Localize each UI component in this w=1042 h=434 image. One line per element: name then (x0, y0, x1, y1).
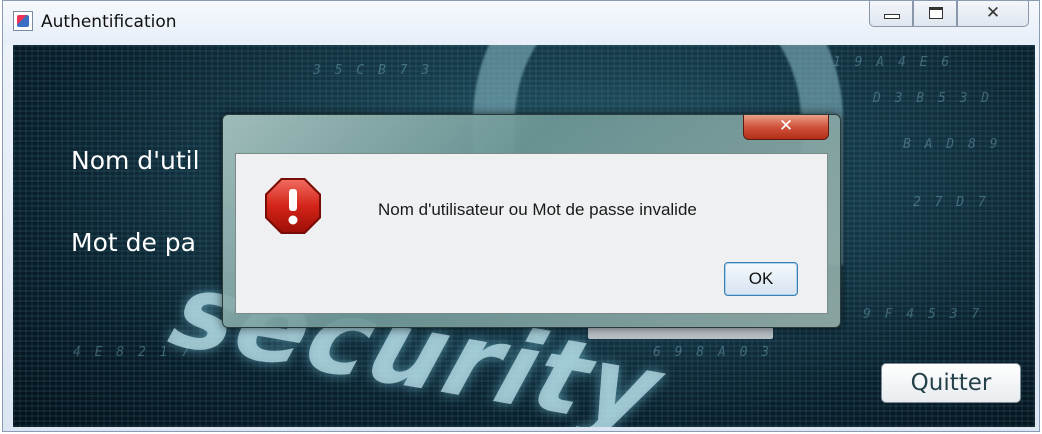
background-digits: 2 7 D 7 (913, 195, 989, 210)
username-label: Nom d'util (71, 146, 200, 175)
close-icon: ✕ (985, 3, 1001, 23)
background-digits: B A D 8 9 (903, 137, 1001, 152)
background-digits: 9 F 4 5 3 7 (863, 307, 983, 322)
error-stop-icon (265, 178, 321, 234)
window-title: Authentification (41, 12, 177, 32)
password-field-partial[interactable] (588, 327, 773, 339)
error-message: Nom d'utilisateur ou Mot de passe invali… (378, 200, 697, 219)
window-controls: ✕ (869, 1, 1029, 29)
password-label: Mot de pa (71, 228, 196, 257)
background-digits: 3 5 C B 7 3 (313, 63, 433, 78)
authentication-window: Authentification ✕ 3 5 C B 7 3 1 9 A 4 E… (2, 0, 1040, 432)
quit-button[interactable]: Quitter (881, 363, 1021, 403)
java-app-icon (13, 11, 33, 31)
maximize-icon (929, 7, 943, 19)
minimize-icon (884, 14, 900, 19)
close-button[interactable]: ✕ (957, 1, 1029, 27)
ok-button[interactable]: OK (724, 262, 798, 296)
minimize-button[interactable] (869, 1, 913, 27)
background-digits: D 3 B 5 3 D (873, 91, 993, 106)
dialog-close-button[interactable]: ✕ (743, 115, 829, 140)
title-bar[interactable]: Authentification ✕ (3, 1, 1039, 45)
error-dialog: ✕ Nom d'utilisateur ou Mot de passe inva… (222, 114, 841, 328)
dialog-body: Nom d'utilisateur ou Mot de passe invali… (235, 153, 828, 314)
maximize-button[interactable] (913, 1, 957, 27)
background-digits: 1 9 A 4 E 6 (833, 55, 953, 70)
close-icon: ✕ (778, 116, 794, 136)
